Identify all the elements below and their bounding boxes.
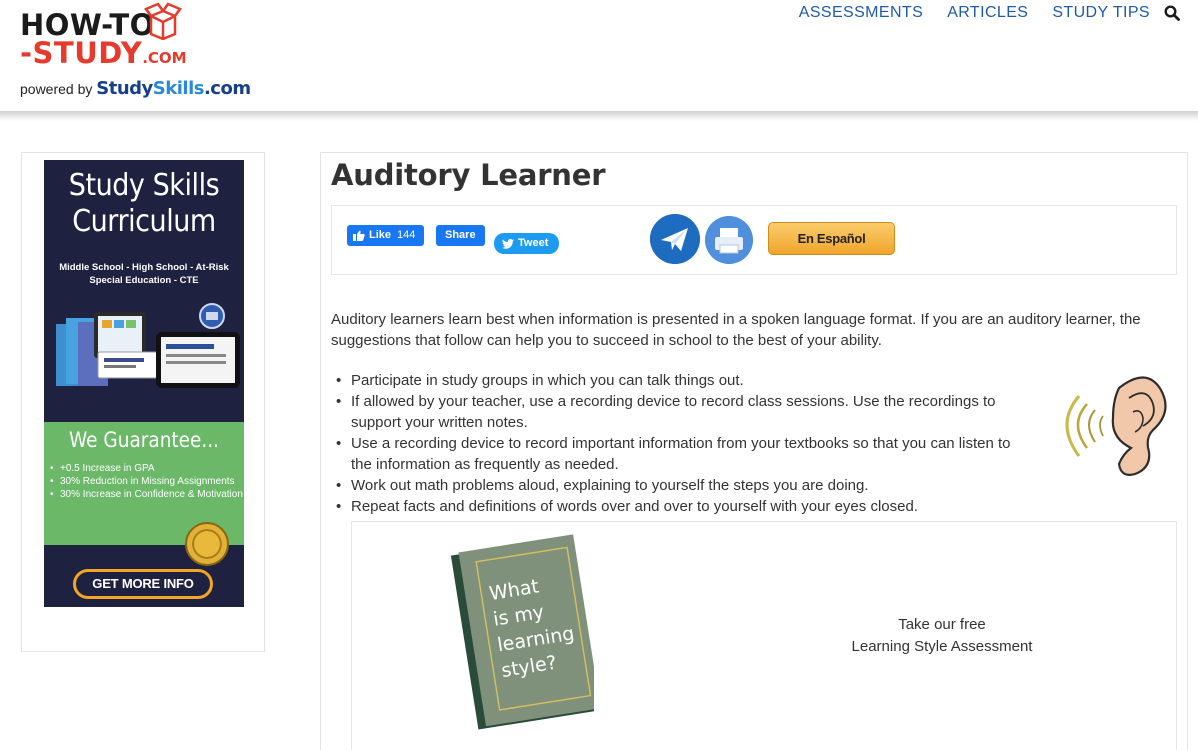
guarantee-seal-icon: [185, 522, 229, 566]
powered-by: powered by StudySkills.com: [20, 78, 251, 99]
open-box-icon: [144, 2, 182, 40]
en-espanol-button[interactable]: En Español: [768, 222, 895, 255]
thumbs-up-icon: [353, 230, 365, 241]
learning-style-promo[interactable]: What is my learning style? Take our free…: [351, 521, 1177, 750]
learning-style-book-image: What is my learning style?: [450, 534, 594, 730]
curriculum-ad[interactable]: Study Skills Curriculum Middle School - …: [44, 160, 244, 607]
facebook-share-button[interactable]: Share: [436, 225, 485, 246]
list-item: 30% Increase in Confidence & Motivation: [50, 488, 244, 501]
email-share-button[interactable]: [650, 214, 700, 264]
ad-subtitle: Middle School - High School - At-Risk Sp…: [59, 262, 229, 286]
main-nav: ASSESSMENTS ARTICLES STUDY TIPS: [775, 4, 1180, 22]
header-shadow: [0, 111, 1198, 121]
list-item: Participate in study groups in which you…: [331, 370, 1031, 391]
intro-paragraph: Auditory learners learn best when inform…: [331, 311, 1141, 349]
ad-guarantee-list: +0.5 Increase in GPA 30% Reduction in Mi…: [50, 462, 244, 501]
twitter-bird-icon: [502, 238, 514, 249]
print-button[interactable]: [705, 216, 753, 264]
tweet-button[interactable]: Tweet: [494, 233, 560, 254]
ad-guarantee-heading: We Guarantee...: [68, 428, 220, 452]
page-title: Auditory Learner: [331, 158, 606, 192]
search-icon[interactable]: [1164, 5, 1180, 21]
sidebar: Study Skills Curriculum Middle School - …: [21, 152, 265, 652]
get-more-info-button[interactable]: GET MORE INFO: [73, 569, 213, 599]
list-item: If allowed by your teacher, use a record…: [331, 391, 1031, 433]
list-item: Use a recording device to record importa…: [331, 433, 1031, 475]
site-header: HOW-TO -STUDY.COM powered by StudySkills…: [0, 0, 1198, 114]
article-card: Auditory Learner Like 144 Share Tweet En…: [320, 152, 1188, 750]
share-bar: Like 144 Share Tweet En Español: [331, 205, 1177, 275]
learning-style-assessment-link[interactable]: Take our free Learning Style Assessment: [772, 614, 1112, 658]
list-item: Repeat facts and definitions of words ov…: [331, 496, 1031, 517]
list-item: +0.5 Increase in GPA: [50, 462, 244, 475]
facebook-like-button[interactable]: Like 144: [347, 225, 425, 246]
logo-line-2: -STUDY.COM: [20, 36, 187, 70]
nav-articles[interactable]: ARTICLES: [947, 4, 1028, 22]
nav-assessments[interactable]: ASSESSMENTS: [799, 4, 923, 22]
list-item: 30% Reduction in Missing Assignments: [50, 475, 244, 488]
list-item: Work out math problems aloud, explaining…: [331, 475, 1031, 496]
curriculum-products-image: [56, 303, 240, 388]
ad-title: Study Skills Curriculum: [68, 168, 220, 239]
ear-illustration: [1065, 376, 1167, 476]
tips-list: Participate in study groups in which you…: [331, 370, 1031, 517]
nav-study-tips[interactable]: STUDY TIPS: [1052, 4, 1150, 22]
site-logo[interactable]: HOW-TO -STUDY.COM powered by StudySkills…: [20, 2, 260, 102]
